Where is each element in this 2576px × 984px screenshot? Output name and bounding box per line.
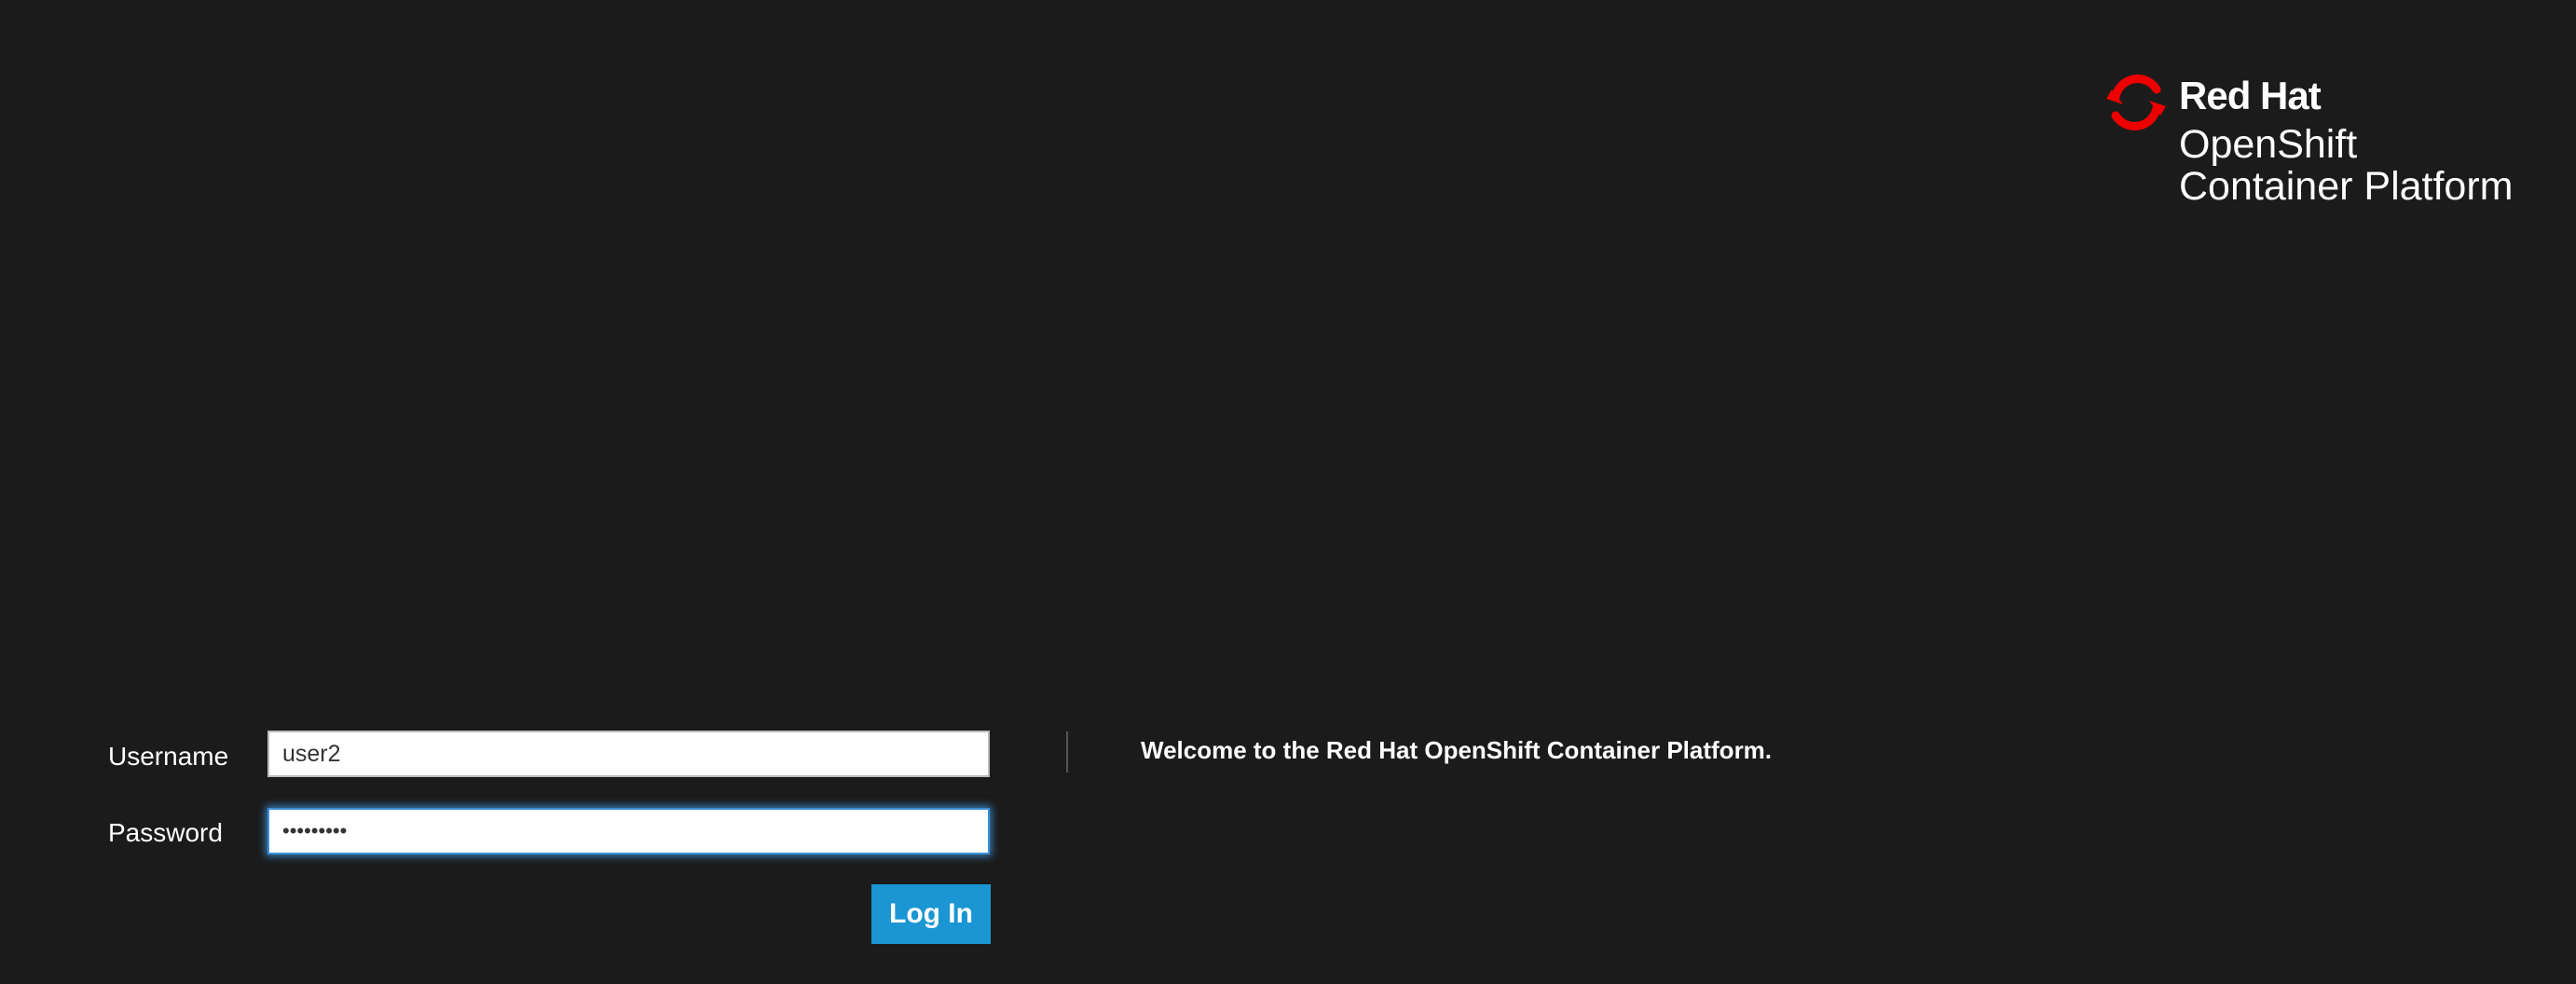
login-form: Username Password Log In xyxy=(0,727,1025,950)
brand-product-subtitle: Container Platform xyxy=(2179,164,2514,209)
brand-logo: Red Hat OpenShift Container Platform xyxy=(2101,67,2529,216)
login-page: Red Hat OpenShift Container Platform Use… xyxy=(0,0,2576,984)
password-input[interactable] xyxy=(267,808,990,854)
username-input[interactable] xyxy=(267,731,990,777)
password-label: Password xyxy=(108,818,223,847)
welcome-message: Welcome to the Red Hat OpenShift Contain… xyxy=(1141,736,1773,764)
vertical-divider xyxy=(1066,731,1068,772)
brand-company-name: Red Hat xyxy=(2179,74,2322,117)
brand-product-name: OpenShift xyxy=(2179,122,2358,167)
login-button[interactable]: Log In xyxy=(871,884,991,944)
red-hat-icon xyxy=(2106,75,2166,130)
username-label: Username xyxy=(108,742,229,771)
